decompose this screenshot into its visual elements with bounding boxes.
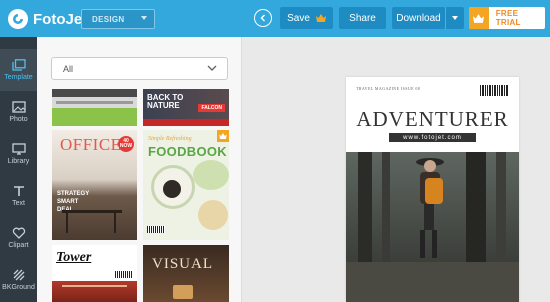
chevron-down-icon — [452, 16, 458, 20]
sidebar-item-label: Library — [7, 158, 30, 165]
sidebar-item-text[interactable]: Text — [0, 175, 37, 217]
sidebar-item-clipart[interactable]: Clipart — [0, 217, 37, 259]
template-panel: All BACK TO NATURE FALCON OFFICE 40 NOW … — [37, 37, 242, 302]
sidebar-item-template[interactable]: Template — [0, 49, 37, 91]
template-title: FOODBOOK — [148, 144, 227, 159]
cover-top-line[interactable]: TRAVEL MAGAZINE ISSUE 08 — [356, 86, 420, 91]
save-button[interactable]: Save — [280, 7, 333, 29]
template-thumbnail[interactable] — [52, 89, 137, 126]
sidebar-item-background[interactable]: BKGround — [0, 259, 37, 301]
download-label: Download — [396, 12, 441, 24]
chevron-down-icon — [207, 65, 217, 71]
crown-icon — [217, 130, 229, 142]
app-logo[interactable]: FotoJet — [8, 8, 87, 30]
mode-select[interactable]: DESIGN — [81, 9, 155, 29]
template-badge: FALCON — [198, 104, 225, 112]
cover-photo[interactable] — [346, 152, 519, 302]
crown-icon — [315, 14, 326, 22]
template-thumbnail[interactable]: BACK TO NATURE FALCON — [143, 89, 229, 126]
fotojet-logo-icon — [8, 9, 28, 29]
sidebar-rail: Template Photo Library Text Clipart BKGr… — [0, 37, 37, 302]
back-button[interactable] — [254, 9, 272, 27]
sidebar-item-label: Text — [12, 200, 25, 207]
sidebar-item-photo[interactable]: Photo — [0, 91, 37, 133]
sidebar-item-library[interactable]: Library — [0, 133, 37, 175]
free-trial-label: FREE TRIAL — [495, 9, 521, 27]
cover-url[interactable]: www.fotojet.com — [389, 133, 476, 142]
share-label: Share — [349, 12, 376, 24]
text-icon — [13, 186, 24, 196]
photo-icon — [11, 101, 26, 113]
background-icon — [13, 269, 24, 281]
template-thumbnail[interactable]: OFFICE 40 NOW STRATEGY SMART DEAL — [52, 130, 137, 240]
heart-icon — [12, 227, 25, 239]
download-options-button[interactable] — [446, 7, 464, 29]
barcode-icon[interactable] — [480, 85, 508, 96]
template-title: VISUAL — [152, 256, 213, 272]
top-bar: FotoJet DESIGN Save Share Download FREE … — [0, 0, 550, 37]
sidebar-item-label: Clipart — [8, 242, 29, 249]
chevron-down-icon — [141, 16, 147, 20]
chevron-left-icon — [260, 14, 265, 22]
share-button[interactable]: Share — [339, 7, 386, 29]
template-title: OFFICE — [60, 135, 122, 154]
cover-title[interactable]: ADVENTURER — [346, 107, 519, 132]
save-label: Save — [287, 12, 310, 24]
template-title: Tower — [56, 250, 92, 265]
mode-select-label: DESIGN — [92, 14, 125, 24]
template-thumbnail[interactable]: Simple Refreshing FOODBOOK — [143, 130, 229, 240]
category-filter-select[interactable]: All — [51, 57, 228, 80]
template-thumbnail[interactable]: VISUAL — [143, 245, 229, 302]
sidebar-item-label: BKGround — [2, 284, 35, 291]
template-thumbnail[interactable]: Tower — [52, 245, 137, 302]
template-script: Simple Refreshing — [148, 136, 192, 142]
magazine-cover-canvas[interactable]: TRAVEL MAGAZINE ISSUE 08 ADVENTURER www.… — [346, 77, 519, 302]
crown-icon — [469, 7, 489, 29]
library-icon — [11, 143, 26, 155]
sidebar-item-label: Photo — [9, 116, 28, 123]
download-button[interactable]: Download — [392, 7, 446, 29]
hiker-photo — [346, 152, 519, 302]
template-icon — [11, 59, 26, 71]
app-name: FotoJet — [33, 10, 88, 28]
sidebar-item-label: Template — [4, 74, 33, 81]
template-badge: 40 NOW — [118, 136, 134, 152]
template-title: BACK TO NATURE — [147, 93, 184, 110]
category-filter-value: All — [63, 63, 74, 74]
free-trial-button[interactable]: FREE TRIAL — [469, 7, 545, 29]
